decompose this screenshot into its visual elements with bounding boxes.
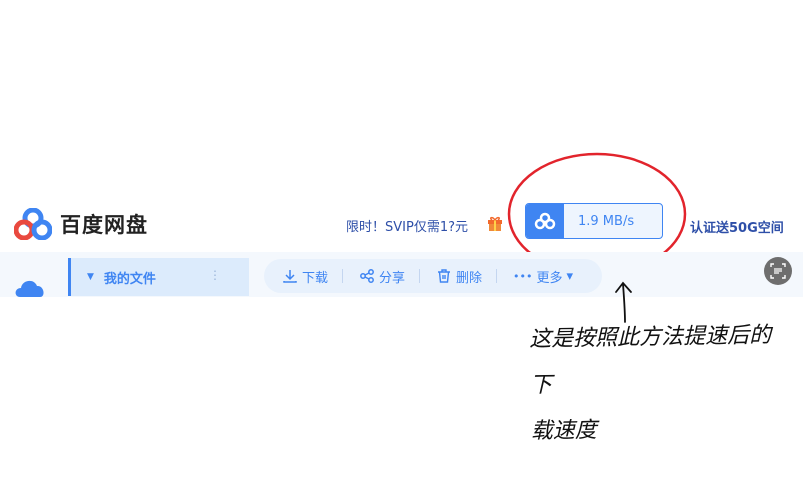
delete-label: 删除 (456, 270, 483, 286)
trash-icon (438, 269, 451, 283)
caret-down-icon: ▼ (87, 272, 94, 282)
svip-promo-link[interactable]: 限时！SVIP仅需1?元 (346, 216, 468, 235)
chevron-down-icon: ▾ (566, 268, 574, 284)
cloud-logo-icon (14, 208, 52, 240)
download-button[interactable]: 下载 (282, 267, 328, 286)
share-button[interactable]: 分享 (359, 267, 405, 286)
download-speed-indicator[interactable]: 1.9 MB/s (525, 203, 663, 239)
app-logo[interactable]: 百度网盘 (14, 208, 148, 240)
file-action-bar: 下载 分享 删除 ••• 更多 ▾ (264, 259, 602, 293)
speed-value: 1.9 MB/s (578, 213, 635, 229)
more-button[interactable]: ••• 更多 ▾ (513, 267, 573, 286)
more-label: 更多 (536, 270, 563, 286)
speed-cloud-icon (526, 204, 564, 238)
note-line-1: 这是按照此方法提速后的下 (528, 322, 772, 399)
divider (342, 269, 344, 283)
doc-scan-button[interactable] (764, 257, 792, 285)
download-icon (283, 270, 297, 283)
sidebar-item-my-files[interactable]: ▼ 我的文件 ⋮ (68, 258, 249, 296)
cloud-nav-icon[interactable] (14, 275, 46, 297)
divider (419, 269, 421, 283)
note-line-2: 载速度 (530, 418, 598, 445)
doc-scan-icon (770, 263, 786, 279)
share-icon (360, 269, 374, 283)
handwritten-note: 这是按照此方法提速后的下 载速度 (529, 313, 781, 455)
verify-bonus-link[interactable]: 认证送50G空间 (690, 217, 784, 236)
more-vertical-icon[interactable]: ⋮ (209, 268, 221, 282)
delete-button[interactable]: 删除 (436, 267, 482, 286)
app-title: 百度网盘 (60, 213, 148, 237)
sidebar-item-label: 我的文件 (103, 271, 156, 287)
download-label: 下载 (302, 270, 329, 286)
screen: 百度网盘 限时！SVIP仅需1?元 1.9 MB/s 认证送50G空间 ▼ 我的… (0, 0, 803, 500)
divider (496, 269, 498, 283)
more-dots-icon: ••• (513, 269, 533, 283)
gift-icon[interactable] (487, 215, 503, 231)
share-label: 分享 (379, 270, 406, 286)
